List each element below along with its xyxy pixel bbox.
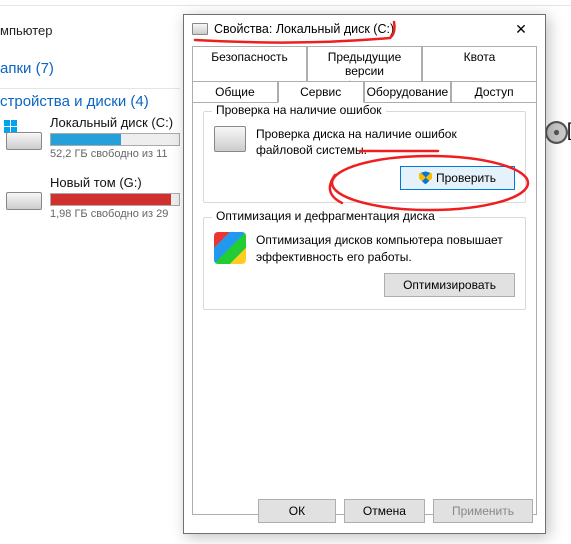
drive-free-text: 52,2 ГБ свободно из 11 — [50, 148, 168, 160]
check-button[interactable]: Проверить — [400, 166, 515, 190]
tab-previous-versions[interactable]: Предыдущие версии — [307, 46, 422, 81]
group-title: Оптимизация и дефрагментация диска — [212, 209, 439, 223]
defrag-icon — [214, 232, 246, 264]
tab-quota[interactable]: Квота — [422, 46, 537, 81]
devices-group-label[interactable]: стройства и диски (4) — [0, 88, 180, 110]
drive-usage-bar — [50, 133, 180, 146]
error-checking-group: Проверка на наличие ошибок Проверка диск… — [203, 111, 526, 203]
tab-hardware[interactable]: Оборудование — [364, 81, 452, 103]
drive-icon — [192, 23, 208, 35]
tab-general[interactable]: Общие — [192, 81, 278, 103]
optimize-button[interactable]: Оптимизировать — [384, 273, 515, 297]
drive-name: Новый том (G:) — [50, 175, 142, 190]
tab-panel-tools: Проверка на наличие ошибок Проверка диск… — [192, 103, 537, 515]
drive-icon — [6, 122, 42, 150]
drive-free-text: 1,98 ГБ свободно из 29 — [50, 208, 168, 220]
ok-button[interactable]: ОК — [258, 499, 336, 523]
uac-shield-icon — [419, 171, 432, 184]
properties-dialog: Свойства: Локальный диск (C:) ✕ Безопасн… — [183, 14, 546, 534]
optimize-group: Оптимизация и дефрагментация диска Оптим… — [203, 217, 526, 309]
dialog-action-buttons: ОК Отмена Применить — [258, 499, 533, 523]
close-button[interactable]: ✕ — [501, 17, 541, 41]
folders-group-label[interactable]: апки (7) — [0, 60, 54, 77]
drive-icon — [6, 182, 42, 210]
dvd-icon — [544, 120, 569, 145]
truncated-text: [ — [567, 120, 571, 141]
tab-security[interactable]: Безопасность — [192, 46, 307, 81]
apply-button[interactable]: Применить — [433, 499, 533, 523]
tab-sharing[interactable]: Доступ — [451, 81, 537, 103]
drive-name: Локальный диск (C:) — [50, 115, 173, 130]
group-title: Проверка на наличие ошибок — [212, 103, 386, 117]
dialog-title: Свойства: Локальный диск (C:) — [214, 22, 394, 36]
disk-icon — [214, 126, 246, 152]
group-description: Проверка диска на наличие ошибок файлово… — [256, 126, 515, 158]
tab-tools[interactable]: Сервис — [278, 81, 364, 103]
cancel-button[interactable]: Отмена — [344, 499, 425, 523]
drive-usage-bar — [50, 193, 180, 206]
tabs: Безопасность Предыдущие версии Квота Общ… — [192, 46, 537, 103]
explorer-heading: мпьютер — [0, 23, 52, 38]
group-description: Оптимизация дисков компьютера повышает э… — [256, 232, 515, 264]
title-bar: Свойства: Локальный диск (C:) ✕ — [184, 15, 545, 43]
